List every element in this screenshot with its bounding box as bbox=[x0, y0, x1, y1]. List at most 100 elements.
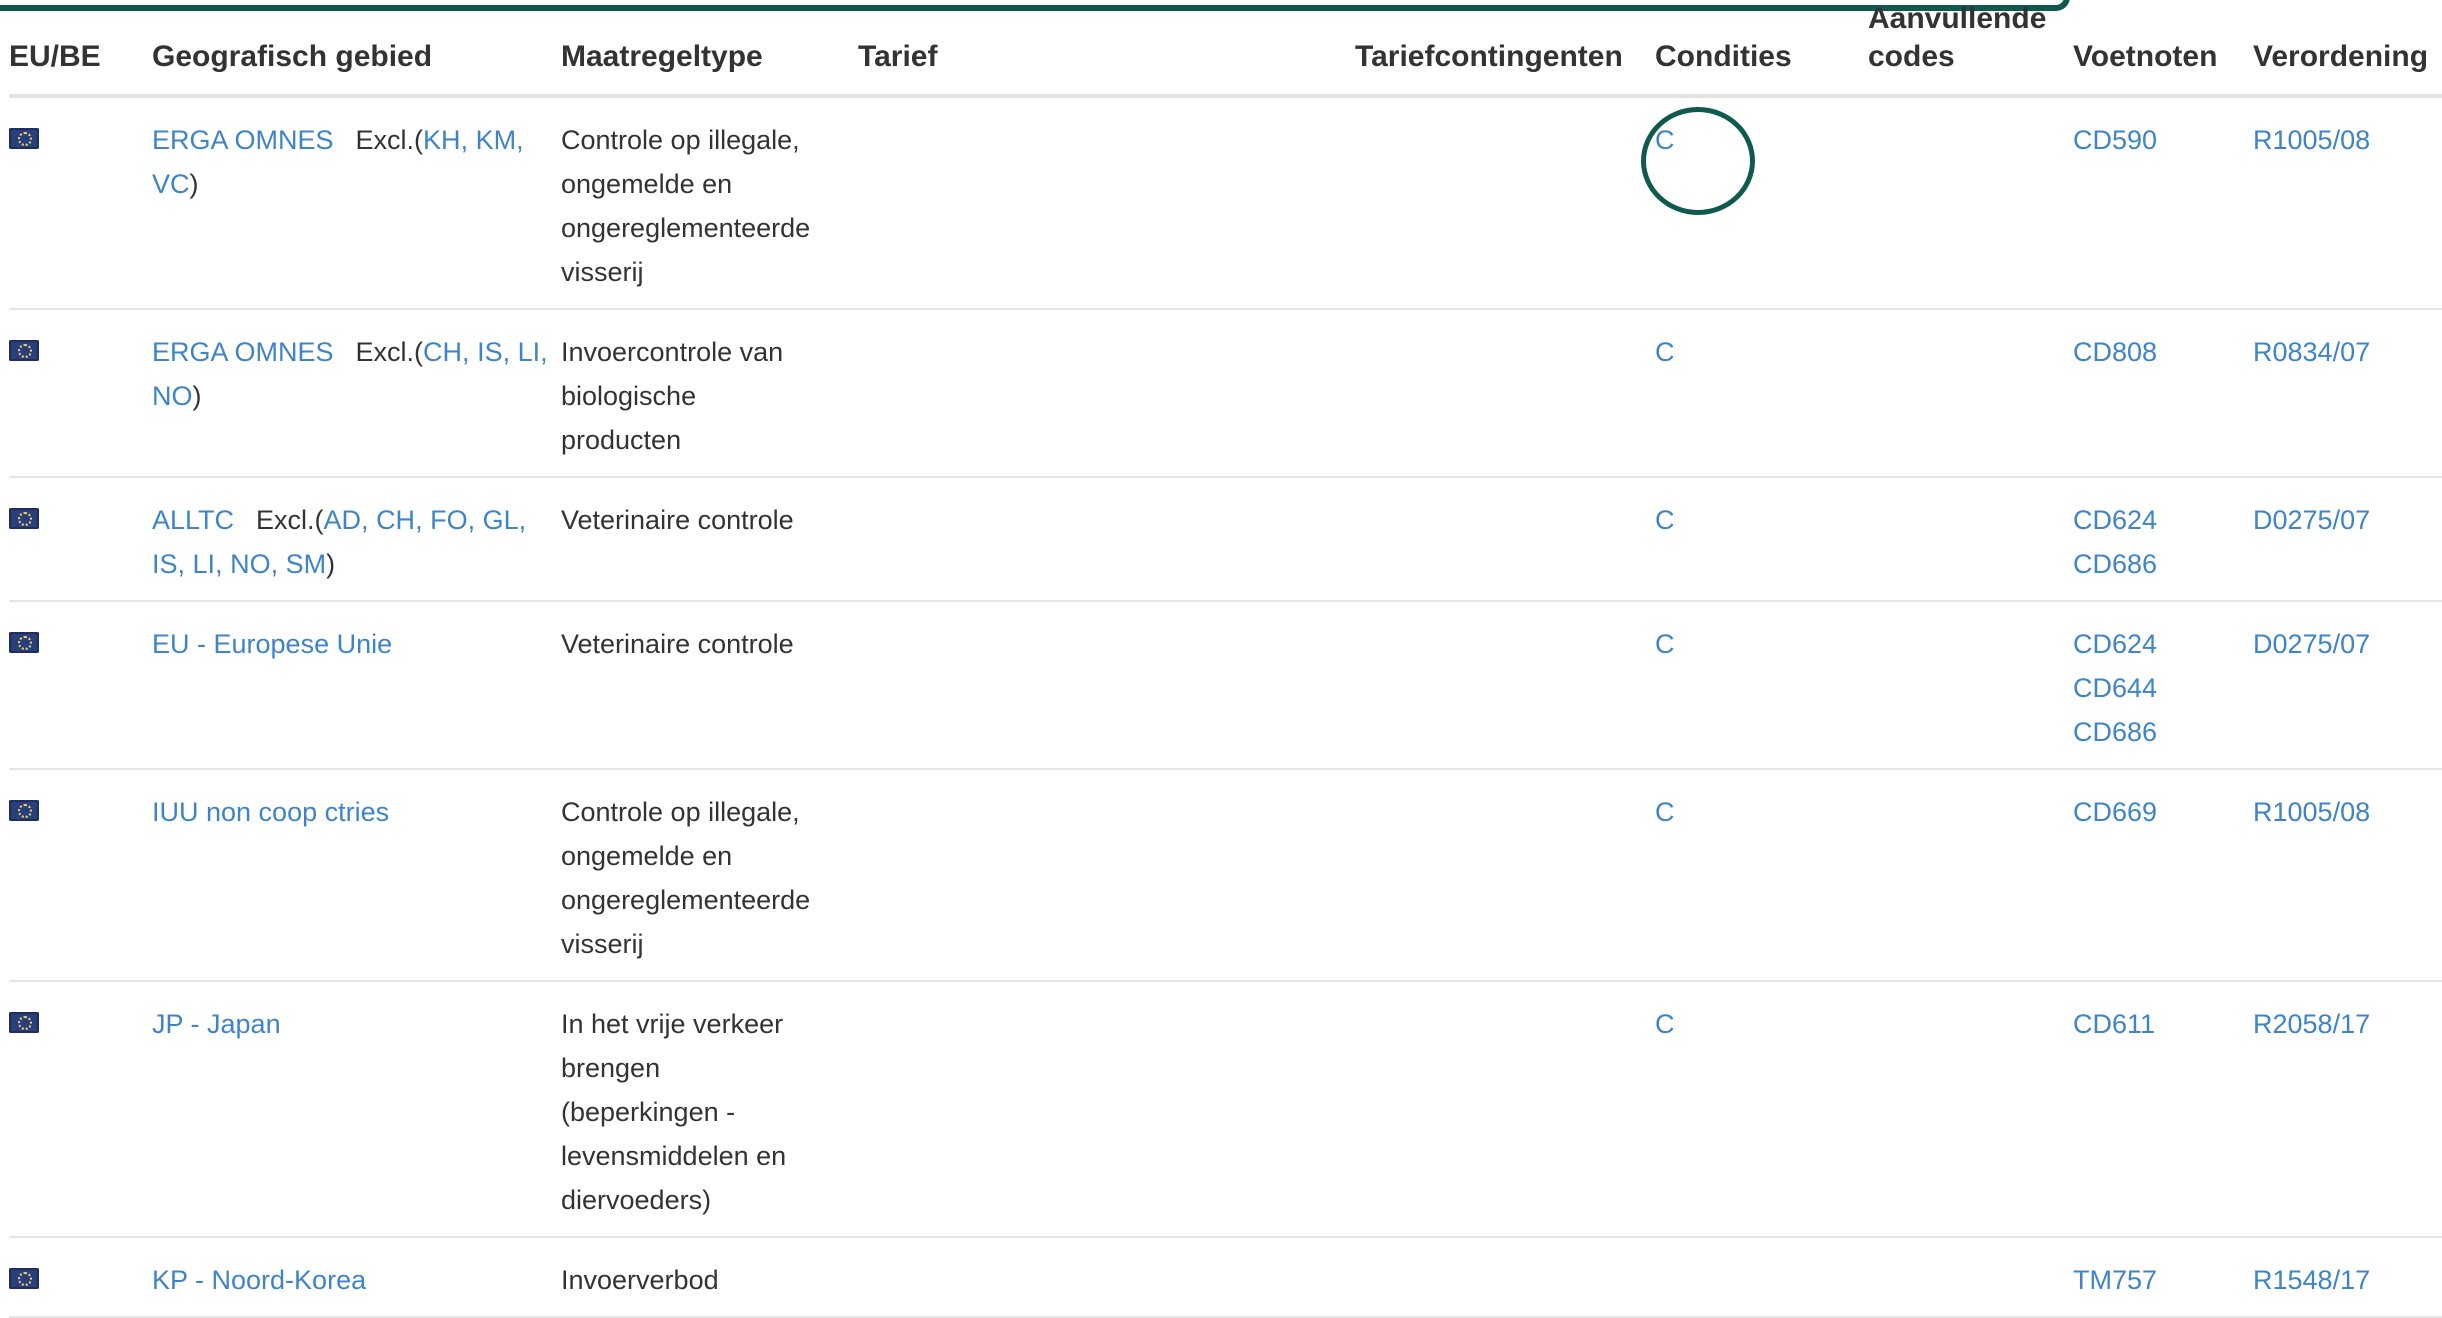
measure-type-line: levensmiddelen en bbox=[561, 1141, 787, 1171]
cell-tariefcontingenten bbox=[1355, 1237, 1655, 1318]
regulation-link[interactable]: R0834/07 bbox=[2253, 337, 2370, 367]
footnote-link[interactable]: CD611 bbox=[2073, 1002, 2253, 1046]
condition-link[interactable]: C bbox=[1655, 1009, 1675, 1039]
cell-condities: C bbox=[1655, 769, 1868, 982]
table-row: KP - Noord-Korea Invoerverbod TM757 R1548/1… bbox=[9, 1237, 2442, 1318]
separator: , bbox=[415, 505, 431, 535]
col-header-aanvullende-line1: Aanvullende bbox=[1868, 2, 2047, 35]
cell-tarief bbox=[858, 769, 1355, 982]
condition-link[interactable]: C bbox=[1655, 797, 1675, 827]
cell-eu-be bbox=[9, 601, 152, 770]
geo-area-link[interactable]: ALLTC bbox=[152, 505, 234, 535]
table-header-row: EU/BE Geografisch gebied Maatregeltype T… bbox=[9, 0, 2442, 98]
measure-type-line: ongemelde en bbox=[561, 841, 733, 871]
cell-tariefcontingenten bbox=[1355, 477, 1655, 602]
cell-geo: JP - Japan bbox=[152, 981, 561, 1238]
col-header-aanvullende-line2: codes bbox=[1868, 40, 1955, 73]
condition-link[interactable]: C bbox=[1655, 337, 1675, 367]
eu-flag-icon bbox=[9, 800, 39, 821]
eu-flag-icon bbox=[9, 508, 39, 529]
cell-tariefcontingenten bbox=[1355, 769, 1655, 982]
separator: , bbox=[215, 549, 231, 579]
footnote-link[interactable]: CD808 bbox=[2073, 330, 2253, 374]
cell-eu-be bbox=[9, 309, 152, 478]
excluded-country-link[interactable]: NO bbox=[230, 549, 271, 579]
cell-tarief bbox=[858, 477, 1355, 602]
cell-tarief bbox=[858, 601, 1355, 770]
excluded-country-link[interactable]: IS bbox=[477, 337, 503, 367]
cell-tarief bbox=[858, 981, 1355, 1238]
condition-link[interactable]: C bbox=[1655, 505, 1675, 535]
measure-type-line: In het vrije verkeer bbox=[561, 1009, 784, 1039]
footnote-link[interactable]: CD686 bbox=[2073, 542, 2253, 586]
cell-measure-type: Controle op illegale, ongemelde en ongereg… bbox=[561, 769, 858, 982]
measure-type-line: Invoerverbod bbox=[561, 1265, 719, 1295]
excluded-country-link[interactable]: CH bbox=[376, 505, 415, 535]
cell-eu-be bbox=[9, 769, 152, 982]
regulation-link[interactable]: R1005/08 bbox=[2253, 797, 2370, 827]
cell-condities: C bbox=[1655, 981, 1868, 1238]
excluded-country-link[interactable]: SM bbox=[286, 549, 327, 579]
measure-type-line: producten bbox=[561, 425, 682, 455]
excluded-country-link[interactable]: AD bbox=[324, 505, 362, 535]
cell-geo: KP - Noord-Korea bbox=[152, 1237, 561, 1318]
col-header-type: Maatregeltype bbox=[561, 0, 858, 98]
footnote-link[interactable]: CD644 bbox=[2073, 666, 2253, 710]
footnote-link[interactable]: CD624 bbox=[2073, 622, 2253, 666]
cell-aanvullende-codes bbox=[1868, 477, 2073, 602]
excluded-country-link[interactable]: LI bbox=[193, 549, 216, 579]
measure-type-line: brengen bbox=[561, 1053, 661, 1083]
measure-type-line: Veterinaire controle bbox=[561, 629, 794, 659]
col-header-geo: Geografisch gebied bbox=[152, 0, 561, 98]
regulation-link[interactable]: R1005/08 bbox=[2253, 125, 2370, 155]
cell-voetnoten: CD624 CD686 bbox=[2073, 477, 2253, 602]
excluded-country-link[interactable]: VC bbox=[152, 169, 190, 199]
footnote-link[interactable]: CD590 bbox=[2073, 118, 2253, 162]
cell-condities: C bbox=[1655, 601, 1868, 770]
cell-measure-type: Invoerverbod bbox=[561, 1237, 858, 1318]
measure-type-line: Invoercontrole van bbox=[561, 337, 784, 367]
cell-voetnoten: CD590 bbox=[2073, 96, 2253, 310]
geo-area-link[interactable]: IUU non coop ctries bbox=[152, 797, 389, 827]
col-header-verordening: Verordening bbox=[2253, 0, 2442, 98]
cell-geo: EU - Europese Unie bbox=[152, 601, 561, 770]
cell-voetnoten: TM757 bbox=[2073, 1237, 2253, 1318]
excluded-country-link[interactable]: LI bbox=[518, 337, 541, 367]
cell-condities: C bbox=[1655, 96, 1868, 310]
regulation-link[interactable]: R2058/17 bbox=[2253, 1009, 2370, 1039]
excluded-country-link[interactable]: IS bbox=[152, 549, 178, 579]
measure-type-line: Controle op illegale, bbox=[561, 797, 800, 827]
geo-area-link[interactable]: KP - Noord-Korea bbox=[152, 1265, 366, 1295]
excluded-country-link[interactable]: CH bbox=[423, 337, 462, 367]
geo-area-link[interactable]: EU - Europese Unie bbox=[152, 629, 392, 659]
footnote-link[interactable]: CD624 bbox=[2073, 498, 2253, 542]
measure-type-line: Veterinaire controle bbox=[561, 505, 794, 535]
eu-flag-icon bbox=[9, 340, 39, 361]
condition-link[interactable]: C bbox=[1655, 629, 1675, 659]
footnote-link[interactable]: CD686 bbox=[2073, 710, 2253, 754]
excl-label: Excl.( bbox=[355, 125, 424, 155]
excluded-country-link[interactable]: FO bbox=[430, 505, 468, 535]
excluded-country-link[interactable]: GL bbox=[483, 505, 519, 535]
measure-type-line: (beperkingen - bbox=[561, 1097, 736, 1127]
excluded-country-link[interactable]: KH bbox=[423, 125, 461, 155]
regulation-link[interactable]: R1548/17 bbox=[2253, 1265, 2370, 1295]
separator: , bbox=[540, 337, 548, 367]
condition-link[interactable]: C bbox=[1655, 125, 1675, 155]
geo-area-link[interactable]: ERGA OMNES bbox=[152, 337, 334, 367]
footnote-link[interactable]: TM757 bbox=[2073, 1258, 2253, 1302]
separator: , bbox=[361, 505, 377, 535]
cell-eu-be bbox=[9, 96, 152, 310]
excluded-country-link[interactable]: NO bbox=[152, 381, 193, 411]
cell-verordening: R0834/07 bbox=[2253, 309, 2442, 478]
table-row: ALLTC Excl.(AD, CH, FO, GL, IS, LI, NO, S… bbox=[9, 477, 2442, 602]
geo-area-link[interactable]: ERGA OMNES bbox=[152, 125, 334, 155]
regulation-link[interactable]: D0275/07 bbox=[2253, 629, 2370, 659]
regulation-link[interactable]: D0275/07 bbox=[2253, 505, 2370, 535]
separator: , bbox=[462, 337, 478, 367]
eu-flag-icon bbox=[9, 1012, 39, 1033]
excluded-country-link[interactable]: KM bbox=[476, 125, 517, 155]
eu-flag-icon bbox=[9, 632, 39, 653]
footnote-link[interactable]: CD669 bbox=[2073, 790, 2253, 834]
geo-area-link[interactable]: JP - Japan bbox=[152, 1009, 281, 1039]
